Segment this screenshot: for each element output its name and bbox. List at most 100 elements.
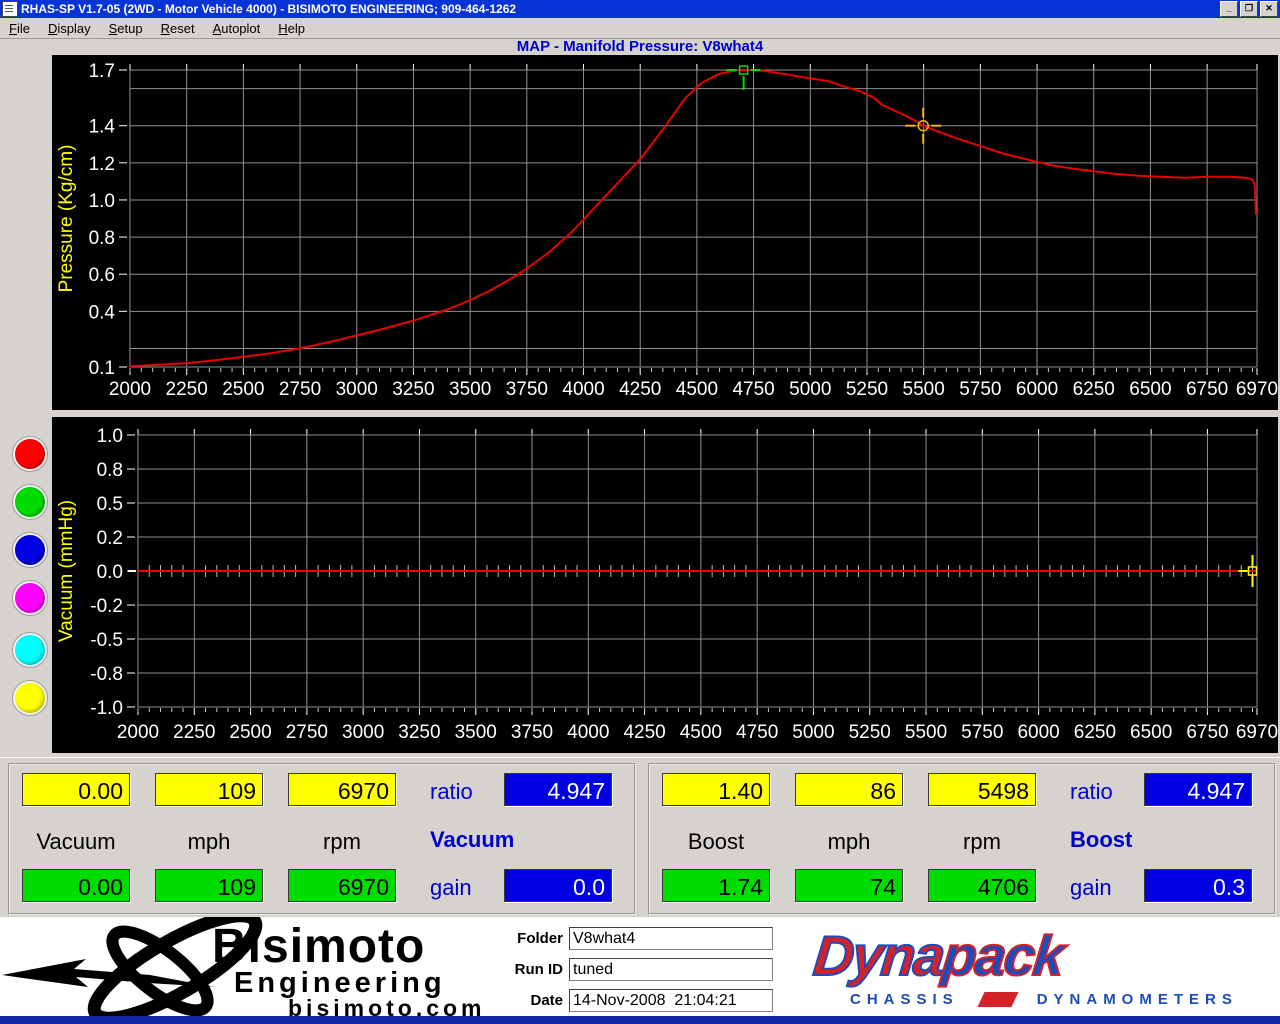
legend-button-red[interactable] xyxy=(13,437,47,471)
svg-text:6250: 6250 xyxy=(1074,722,1116,743)
svg-text:-0.2: -0.2 xyxy=(90,596,123,617)
legend-button-green[interactable] xyxy=(13,485,47,519)
boost-current-value: 1.40 xyxy=(662,773,770,806)
svg-text:6500: 6500 xyxy=(1129,379,1171,400)
menu-setup[interactable]: Setup xyxy=(100,19,152,38)
svg-text:6750: 6750 xyxy=(1186,722,1228,743)
svg-text:5750: 5750 xyxy=(961,722,1003,743)
menu-file[interactable]: File xyxy=(0,19,39,38)
legend-button-blue[interactable] xyxy=(13,533,47,567)
bisimoto-logo: Bisimoto Engineering bisimoto.com xyxy=(0,917,520,1016)
boost-ratio-value: 4.947 xyxy=(1144,773,1252,806)
svg-text:4250: 4250 xyxy=(623,722,665,743)
svg-text:3500: 3500 xyxy=(455,722,497,743)
svg-text:5000: 5000 xyxy=(789,379,831,400)
vacuum-chart[interactable]: 2000225025002750300032503500375040004250… xyxy=(52,417,1278,753)
svg-text:1.7: 1.7 xyxy=(89,61,115,82)
svg-text:2750: 2750 xyxy=(279,379,321,400)
bisimoto-wordmark: Bisimoto xyxy=(212,919,425,974)
legend-button-yellow[interactable] xyxy=(13,681,47,715)
svg-text:-1.0: -1.0 xyxy=(90,698,123,719)
vacuum-gain-value: 0.0 xyxy=(504,869,612,902)
vacuum-col-label: Vacuum xyxy=(22,829,130,855)
svg-text:0.4: 0.4 xyxy=(89,302,116,323)
svg-text:1.0: 1.0 xyxy=(97,426,123,447)
pressure-chart-canvas[interactable]: 2000225025002750300032503500375040004250… xyxy=(52,55,1278,410)
boost-current-rpm: 5498 xyxy=(928,773,1036,806)
dynapack-red-mark-icon xyxy=(977,992,1018,1007)
chart-title: MAP - Manifold Pressure: V8what4 xyxy=(0,39,1280,55)
run-id-field[interactable] xyxy=(569,958,773,981)
dynapack-logo: Dynapack CHASSIS DYNAMOMETERS xyxy=(800,917,1270,1016)
svg-text:2500: 2500 xyxy=(222,379,264,400)
app-icon xyxy=(2,1,18,17)
window-title: RHAS-SP V1.7-05 (2WD - Motor Vehicle 400… xyxy=(21,2,1220,16)
svg-text:4750: 4750 xyxy=(736,722,778,743)
boost-current-mph: 86 xyxy=(795,773,903,806)
svg-text:5500: 5500 xyxy=(905,722,947,743)
folder-field[interactable] xyxy=(569,927,773,950)
boost-ratio-label: ratio xyxy=(1070,779,1113,805)
boost-readout-group: 1.40 86 5498 ratio 4.947 Boost mph rpm B… xyxy=(648,763,1276,915)
pressure-chart[interactable]: 2000225025002750300032503500375040004250… xyxy=(52,55,1278,410)
vacuum-ratio-value: 4.947 xyxy=(504,773,612,806)
vacuum-current-mph: 109 xyxy=(155,773,263,806)
svg-text:6500: 6500 xyxy=(1130,722,1172,743)
boost-group-title: Boost xyxy=(1070,827,1132,853)
svg-text:2000: 2000 xyxy=(109,379,151,400)
svg-text:6250: 6250 xyxy=(1073,379,1115,400)
boost-peak-rpm: 4706 xyxy=(928,869,1036,902)
vacuum-group-title: Vacuum xyxy=(430,827,514,853)
svg-text:Pressure (Kg/cm): Pressure (Kg/cm) xyxy=(56,145,77,293)
svg-text:1.4: 1.4 xyxy=(89,117,116,138)
svg-text:2750: 2750 xyxy=(286,722,328,743)
svg-text:0.6: 0.6 xyxy=(89,265,115,286)
svg-text:6000: 6000 xyxy=(1016,379,1058,400)
menu-display[interactable]: Display xyxy=(39,19,100,38)
svg-text:1.2: 1.2 xyxy=(89,154,115,175)
legend-button-magenta[interactable] xyxy=(13,581,47,615)
svg-text:4500: 4500 xyxy=(676,379,718,400)
vacuum-current-rpm: 6970 xyxy=(288,773,396,806)
svg-text:1.0: 1.0 xyxy=(89,191,115,212)
menu-bar: File Display Setup Reset Autoplot Help xyxy=(0,18,1280,39)
mph-col-label: mph xyxy=(155,829,263,855)
svg-text:2250: 2250 xyxy=(166,379,208,400)
svg-text:2500: 2500 xyxy=(229,722,271,743)
svg-text:3000: 3000 xyxy=(342,722,384,743)
svg-text:-0.5: -0.5 xyxy=(90,630,123,651)
restore-button[interactable]: ❐ xyxy=(1240,1,1258,17)
vacuum-current-value: 0.00 xyxy=(22,773,130,806)
boost-gain-label: gain xyxy=(1070,875,1112,901)
trace-color-buttons xyxy=(0,410,52,757)
run-id-label: Run ID xyxy=(495,961,569,978)
vacuum-chart-canvas[interactable]: 2000225025002750300032503500375040004250… xyxy=(52,417,1278,753)
menu-help[interactable]: Help xyxy=(269,19,314,38)
svg-text:5250: 5250 xyxy=(849,722,891,743)
svg-text:2250: 2250 xyxy=(173,722,215,743)
readout-panel: 0.00 109 6970 ratio 4.947 Vacuum mph rpm… xyxy=(0,757,1280,918)
svg-text:4500: 4500 xyxy=(680,722,722,743)
svg-text:4000: 4000 xyxy=(562,379,604,400)
menu-reset[interactable]: Reset xyxy=(152,19,204,38)
title-bar[interactable]: RHAS-SP V1.7-05 (2WD - Motor Vehicle 400… xyxy=(0,0,1280,18)
svg-text:-0.8: -0.8 xyxy=(90,664,123,685)
svg-text:3000: 3000 xyxy=(336,379,378,400)
boost-gain-value: 0.3 xyxy=(1144,869,1252,902)
boost-col-label: Boost xyxy=(662,829,770,855)
svg-text:2000: 2000 xyxy=(117,722,159,743)
close-button[interactable]: ✕ xyxy=(1260,1,1278,17)
date-field[interactable] xyxy=(569,989,773,1012)
legend-button-cyan[interactable] xyxy=(13,633,47,667)
svg-text:0.5: 0.5 xyxy=(97,494,123,515)
svg-text:3750: 3750 xyxy=(511,722,553,743)
footer: Bisimoto Engineering bisimoto.com Folder… xyxy=(0,917,1280,1016)
menu-autoplot[interactable]: Autoplot xyxy=(204,19,270,38)
svg-text:0.2: 0.2 xyxy=(97,528,123,549)
svg-text:3500: 3500 xyxy=(449,379,491,400)
svg-text:3250: 3250 xyxy=(398,722,440,743)
vacuum-gain-label: gain xyxy=(430,875,472,901)
vacuum-peak-mph: 109 xyxy=(155,869,263,902)
minimize-button[interactable]: _ xyxy=(1220,1,1238,17)
svg-text:6970: 6970 xyxy=(1236,379,1278,400)
